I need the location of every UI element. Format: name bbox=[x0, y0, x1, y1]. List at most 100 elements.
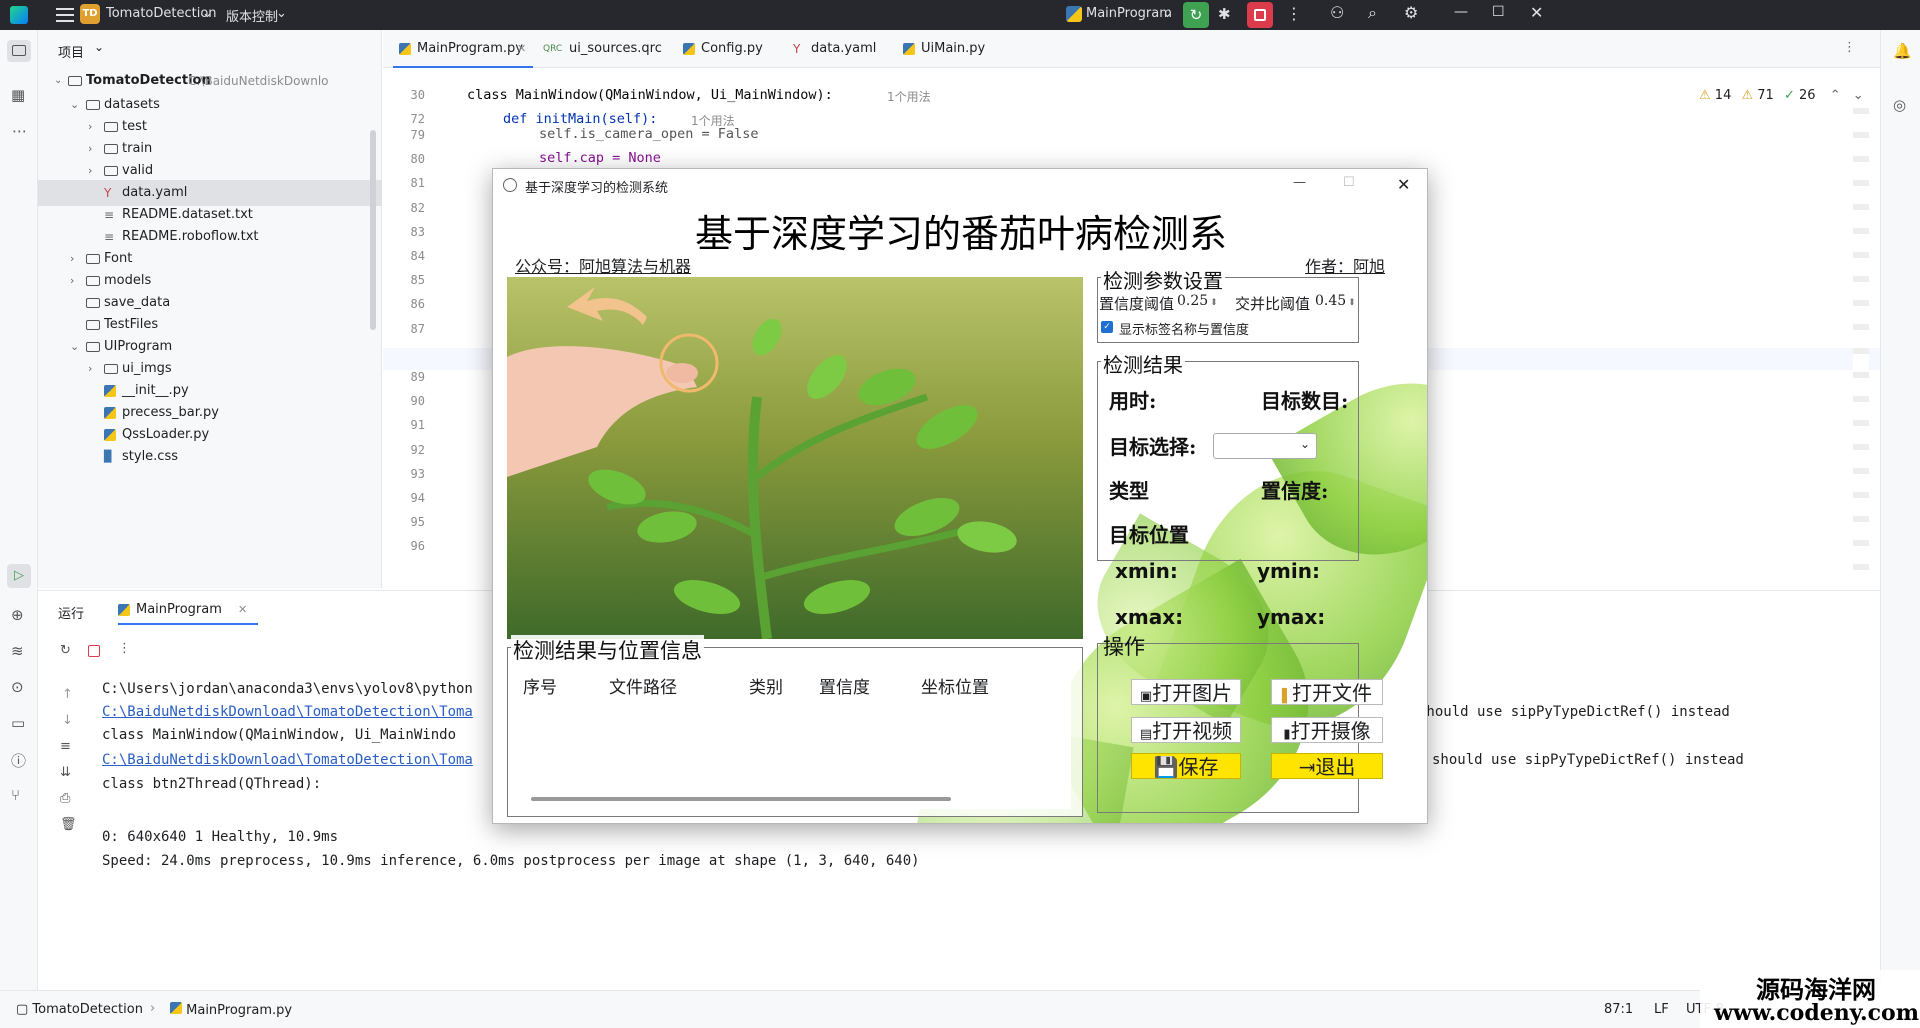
tree-item-style-css[interactable]: ▉ style.css bbox=[38, 444, 382, 470]
col-header-path[interactable]: 文件路径 bbox=[609, 673, 677, 698]
stop-icon[interactable] bbox=[88, 645, 100, 657]
tree-scrollbar[interactable] bbox=[370, 130, 376, 330]
git-icon[interactable]: ⑂ bbox=[11, 786, 20, 804]
tab-config[interactable]: Config.py bbox=[683, 30, 783, 68]
conf-spinbox[interactable]: 0.25 ⇕ bbox=[1177, 293, 1218, 313]
result-title: 检测结果 bbox=[1101, 349, 1185, 378]
inspection-widget[interactable]: ⚠ 14 ⚠ 71 ✓ 26 ⌃ ⌄ bbox=[1699, 88, 1864, 103]
tab-close-icon[interactable]: ✕ bbox=[517, 30, 526, 68]
results-table[interactable]: 序号 文件路径 类别 置信度 坐标位置 bbox=[513, 669, 1071, 809]
iou-spinbox[interactable]: 0.45 ⇕ bbox=[1315, 293, 1359, 313]
console-line: should use sipPyTypeDictRef() instead bbox=[1432, 752, 1744, 768]
col-header-coords[interactable]: 坐标位置 bbox=[921, 673, 989, 698]
css-file-icon: ▉ bbox=[104, 450, 113, 463]
caret-position[interactable]: 87:1 bbox=[1604, 1002, 1633, 1017]
console-line: 0: 640x640 1 Healthy, 10.9ms bbox=[102, 829, 339, 845]
print-icon[interactable]: ⎙ bbox=[60, 791, 70, 806]
rerun-icon[interactable]: ↻ bbox=[60, 643, 71, 658]
open-video-button[interactable]: ▤打开视频 bbox=[1131, 717, 1241, 743]
app-maximize-icon[interactable]: ☐ bbox=[1343, 175, 1355, 190]
tab-ui-sources[interactable]: QRC ui_sources.qrc bbox=[543, 30, 663, 68]
save-icon: 💾 bbox=[1153, 755, 1179, 779]
settings-gear-icon[interactable]: ⚙ bbox=[1404, 3, 1418, 22]
usage-hint[interactable]: 1个用法 bbox=[887, 88, 931, 105]
qrc-file-icon: QRC bbox=[543, 44, 563, 54]
col-header-confidence[interactable]: 置信度 bbox=[819, 673, 870, 698]
search-icon[interactable]: ⌕ bbox=[1368, 3, 1377, 23]
app-minimize-icon[interactable]: — bbox=[1293, 175, 1306, 190]
tab-data-yaml[interactable]: Y data.yaml bbox=[793, 30, 893, 68]
maximize-icon[interactable]: ☐ bbox=[1492, 4, 1505, 20]
exit-button[interactable]: ⇥退出 bbox=[1271, 753, 1383, 779]
python-packages-icon[interactable]: ⊕ bbox=[11, 606, 24, 624]
more-tools-icon[interactable]: ⋯ bbox=[12, 122, 27, 140]
layers-icon[interactable]: ≋ bbox=[11, 642, 24, 660]
trash-icon[interactable]: 🗑 bbox=[60, 817, 77, 832]
run-tab-mainprogram[interactable]: MainProgram ✕ bbox=[118, 595, 258, 625]
ai-assistant-icon[interactable]: ◎ bbox=[1893, 96, 1906, 114]
col-header-class[interactable]: 类别 bbox=[749, 673, 783, 698]
services-icon[interactable]: ⊙ bbox=[11, 678, 24, 696]
python-file-icon bbox=[399, 43, 411, 55]
ide-logo-icon[interactable] bbox=[10, 6, 28, 24]
soft-wrap-icon[interactable]: ≡ bbox=[60, 739, 71, 754]
more-actions-icon[interactable]: ⋮ bbox=[1286, 4, 1302, 23]
rerun-button[interactable]: ↻ bbox=[1183, 2, 1209, 28]
ymin-label: ymin: bbox=[1257, 559, 1320, 583]
open-camera-button[interactable]: ▮打开摄像 bbox=[1271, 717, 1383, 743]
status-bar: ▢ TomatoDetection › MainProgram.py 87:1 … bbox=[0, 990, 1920, 1028]
stop-button[interactable] bbox=[1247, 2, 1273, 28]
image-icon: ▣ bbox=[1139, 689, 1153, 704]
tab-mainprogram[interactable]: MainProgram.py ✕ bbox=[393, 30, 533, 68]
scroll-down-icon[interactable]: ↓ bbox=[62, 713, 73, 728]
project-panel-header[interactable]: 项目 bbox=[58, 42, 84, 61]
python-file-icon bbox=[104, 407, 116, 419]
project-name[interactable]: TomatoDetection bbox=[106, 6, 217, 21]
debug-icon[interactable]: ✱ bbox=[1218, 5, 1231, 23]
main-menu-icon[interactable] bbox=[56, 8, 74, 22]
time-label: 用时: bbox=[1109, 389, 1157, 413]
target-select-dropdown[interactable]: ⌄ bbox=[1213, 433, 1317, 459]
scroll-up-icon[interactable]: ↑ bbox=[62, 687, 73, 702]
app-titlebar: 基于深度学习的检测系统 — ☐ ✕ bbox=[493, 169, 1427, 203]
python-icon bbox=[1066, 6, 1082, 22]
structure-tool-icon[interactable]: ▦ bbox=[11, 86, 25, 104]
show-labels-checkbox[interactable]: ✓ bbox=[1101, 321, 1113, 333]
vcs-menu[interactable]: 版本控制 bbox=[226, 6, 278, 25]
scroll-end-icon[interactable]: ⇊ bbox=[60, 765, 71, 780]
console-link[interactable]: C:\BaiduNetdiskDownload\TomatoDetection\… bbox=[102, 704, 473, 720]
tree-root[interactable]: ⌄ TomatoDetection C:\BaiduNetdiskDownlo bbox=[38, 68, 382, 94]
app-close-icon[interactable]: ✕ bbox=[1397, 175, 1410, 194]
run-panel-title[interactable]: 运行 bbox=[58, 603, 84, 622]
run-more-icon[interactable]: ⋮ bbox=[118, 641, 131, 656]
breadcrumb-project[interactable]: ▢ TomatoDetection bbox=[16, 1002, 143, 1017]
tabs-more-icon[interactable]: ⋮ bbox=[1843, 40, 1856, 55]
run-config-selector[interactable]: MainProgram bbox=[1086, 6, 1172, 21]
notifications-icon[interactable]: 🔔 bbox=[1893, 42, 1912, 60]
open-image-button[interactable]: ▣打开图片 bbox=[1131, 679, 1241, 705]
project-badge[interactable]: TD bbox=[80, 4, 100, 24]
close-icon[interactable]: ✕ bbox=[1530, 3, 1543, 22]
python-file-icon bbox=[683, 43, 695, 55]
table-hscrollbar[interactable] bbox=[531, 797, 951, 801]
console-link[interactable]: C:\BaiduNetdiskDownload\TomatoDetection\… bbox=[102, 752, 473, 768]
problems-icon[interactable]: ⓘ bbox=[11, 750, 26, 771]
left-toolbar: ▦ ⋯ ▷ ⊕ ≋ ⊙ ▭ ⓘ ⑂ bbox=[0, 30, 38, 990]
folder-icon bbox=[86, 320, 100, 330]
line-number: 96 bbox=[410, 539, 425, 554]
save-button[interactable]: 💾保存 bbox=[1131, 753, 1241, 779]
minimize-icon[interactable]: — bbox=[1454, 4, 1468, 20]
breadcrumb-file[interactable]: MainProgram.py bbox=[170, 1002, 292, 1018]
console-line: C:\Users\jordan\anaconda3\envs\yolov8\py… bbox=[102, 681, 473, 697]
tab-uimain[interactable]: UiMain.py bbox=[903, 30, 1003, 68]
line-separator[interactable]: LF bbox=[1654, 1002, 1669, 1017]
sticky-line-number: 72 bbox=[410, 112, 425, 126]
run-tool-icon[interactable]: ▷ bbox=[7, 564, 31, 588]
project-tool-icon[interactable] bbox=[7, 40, 31, 62]
add-user-icon[interactable]: ⚇ bbox=[1330, 3, 1344, 22]
open-folder-button[interactable]: ▌打开文件 bbox=[1271, 679, 1383, 705]
code-line: self.cap = None bbox=[539, 150, 661, 166]
terminal-icon[interactable]: ▭ bbox=[11, 714, 25, 732]
col-header-index[interactable]: 序号 bbox=[523, 673, 557, 698]
tab-close-icon[interactable]: ✕ bbox=[238, 603, 247, 616]
